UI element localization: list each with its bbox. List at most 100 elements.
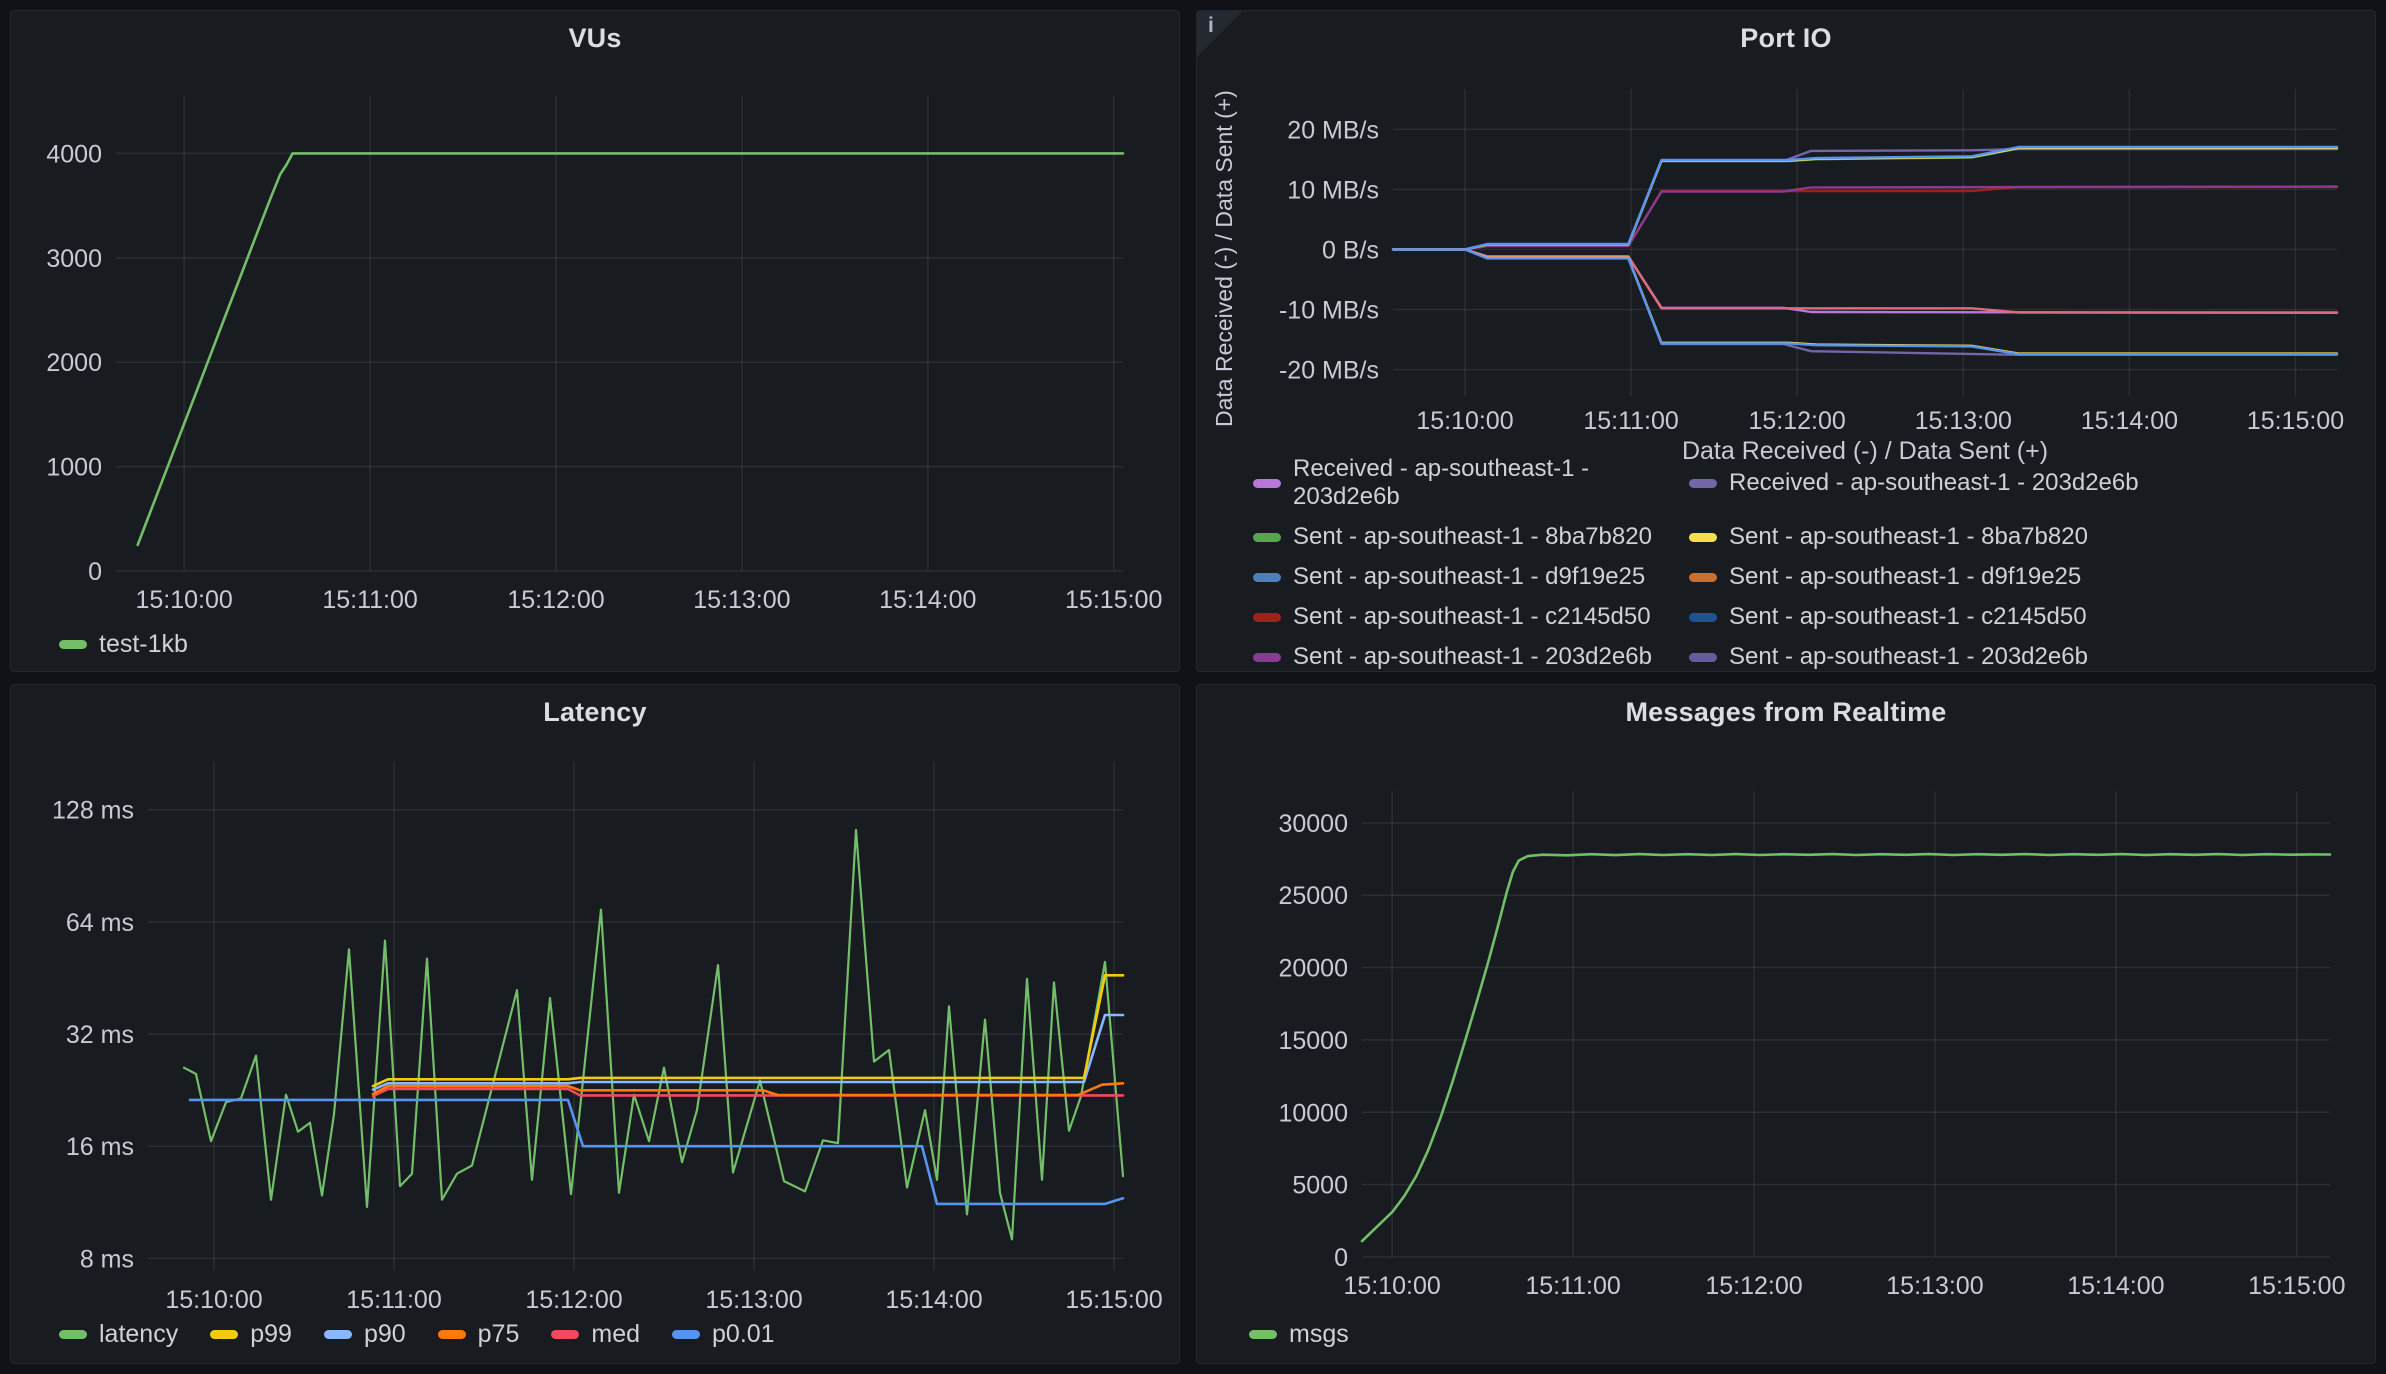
legend-label: latency xyxy=(99,1320,178,1349)
y-tick-label: 2000 xyxy=(46,349,102,377)
y-tick-label: 10000 xyxy=(1278,1099,1348,1127)
legend-label: Sent - ap-southeast-1 - c2145d50 xyxy=(1729,603,2087,631)
y-tick-label: 64 ms xyxy=(66,909,134,937)
legend-item-sent-ap-southeast-1-c2145d50[interactable]: Sent - ap-southeast-1 - c2145d50 xyxy=(1689,603,2139,631)
x-tick-label: 15:15:00 xyxy=(2247,407,2344,435)
legend-label: Sent - ap-southeast-1 - 8ba7b820 xyxy=(1293,523,1652,551)
legend-swatch xyxy=(324,1330,352,1339)
y-tick-label: 3000 xyxy=(46,245,102,273)
x-tick-label: 15:10:00 xyxy=(1343,1272,1440,1300)
panel-messages: Messages from Realtime 05000100001500020… xyxy=(1196,684,2376,1364)
y-tick-label: 0 xyxy=(1334,1244,1348,1272)
x-tick-label: 15:12:00 xyxy=(525,1286,622,1314)
legend-label: Sent - ap-southeast-1 - d9f19e25 xyxy=(1729,563,2081,591)
x-tick-label: 15:13:00 xyxy=(1915,407,2012,435)
legend-label: Sent - ap-southeast-1 - d9f19e25 xyxy=(1293,563,1645,591)
x-tick-label: 15:14:00 xyxy=(2081,407,2178,435)
legend-label: p99 xyxy=(250,1320,292,1349)
legend-swatch xyxy=(1253,533,1281,542)
series-sent-ap-southeast-1-c2145d50- xyxy=(1393,147,2337,249)
vus-legend: test-1kb xyxy=(59,630,188,659)
legend-item-sent-ap-southeast-1-8ba7b820[interactable]: Sent - ap-southeast-1 - 8ba7b820 xyxy=(1253,523,1689,551)
series-sent-ap-southeast-1-8ba7b820- xyxy=(1393,249,2337,353)
legend-swatch xyxy=(1689,653,1717,662)
series-sent-ap-southeast-1-203d2e6b- xyxy=(1393,187,2337,250)
legend-item-p99[interactable]: p99 xyxy=(210,1320,292,1349)
series-received-ap-southeast-1-203d2e6b- xyxy=(1393,149,2337,249)
legend-item-sent-ap-southeast-1-d9f19e25[interactable]: Sent - ap-southeast-1 - d9f19e25 xyxy=(1689,563,2139,591)
x-tick-label: 15:12:00 xyxy=(507,586,604,614)
legend-swatch xyxy=(59,1330,87,1339)
legend-item-sent-ap-southeast-1-c2145d50[interactable]: Sent - ap-southeast-1 - c2145d50 xyxy=(1253,603,1689,631)
x-tick-label: 15:15:00 xyxy=(1065,586,1162,614)
legend-swatch xyxy=(1253,573,1281,582)
legend-item-med[interactable]: med xyxy=(551,1320,640,1349)
grafana-dashboard: { "colors": { "page_bg": "#111217", "pan… xyxy=(0,0,2386,1374)
y-tick-label: 20 MB/s xyxy=(1287,116,1379,144)
legend-swatch xyxy=(1249,1330,1277,1339)
legend-swatch xyxy=(59,640,87,649)
y-tick-label: 30000 xyxy=(1278,810,1348,838)
messages-plot[interactable]: 05000100001500020000250003000015:10:0015… xyxy=(1197,685,2376,1364)
legend-item-p0.01[interactable]: p0.01 xyxy=(672,1320,775,1349)
legend-swatch xyxy=(1689,573,1717,582)
legend-label: Sent - ap-southeast-1 - 8ba7b820 xyxy=(1729,523,2088,551)
latency-plot[interactable]: 8 ms16 ms32 ms64 ms128 ms15:10:0015:11:0… xyxy=(11,685,1180,1364)
x-tick-label: 15:13:00 xyxy=(705,1286,802,1314)
legend-swatch xyxy=(551,1330,579,1339)
x-tick-label: 15:11:00 xyxy=(1525,1272,1620,1300)
legend-item-p75[interactable]: p75 xyxy=(438,1320,520,1349)
series-sent-ap-southeast-1-d9f19e25- xyxy=(1393,249,2337,354)
legend-swatch xyxy=(1253,613,1281,622)
legend-label: p90 xyxy=(364,1320,406,1349)
x-tick-label: 15:15:00 xyxy=(2248,1272,2345,1300)
y-tick-label: 15000 xyxy=(1278,1027,1348,1055)
legend-label: Received - ap-southeast-1 - 203d2e6b xyxy=(1293,455,1689,511)
legend-item-sent-ap-southeast-1-8ba7b820[interactable]: Sent - ap-southeast-1 - 8ba7b820 xyxy=(1689,523,2139,551)
x-tick-label: 15:12:00 xyxy=(1705,1272,1802,1300)
x-tick-label: 15:14:00 xyxy=(879,586,976,614)
x-tick-label: 15:10:00 xyxy=(1416,407,1513,435)
series-p99 xyxy=(373,975,1123,1086)
legend-swatch xyxy=(672,1330,700,1339)
legend-swatch xyxy=(1689,479,1717,488)
legend-item-msgs[interactable]: msgs xyxy=(1249,1320,1349,1349)
y-tick-label: 10 MB/s xyxy=(1287,176,1379,204)
legend-label: p75 xyxy=(478,1320,520,1349)
series-test-1kb xyxy=(138,153,1123,545)
legend-swatch xyxy=(210,1330,238,1339)
y-tick-label: 32 ms xyxy=(66,1021,134,1049)
legend-item-sent-ap-southeast-1-d9f19e25[interactable]: Sent - ap-southeast-1 - d9f19e25 xyxy=(1253,563,1689,591)
legend-item-sent-ap-southeast-1-203d2e6b[interactable]: Sent - ap-southeast-1 - 203d2e6b xyxy=(1689,643,2139,671)
x-tick-label: 15:10:00 xyxy=(165,1286,262,1314)
messages-legend: msgs xyxy=(1249,1320,1349,1349)
legend-swatch xyxy=(438,1330,466,1339)
y-tick-label: 20000 xyxy=(1278,955,1348,983)
vus-plot[interactable]: 0100020003000400015:10:0015:11:0015:12:0… xyxy=(11,11,1180,672)
legend-item-latency[interactable]: latency xyxy=(59,1320,178,1349)
series-sent-ap-southeast-1-8ba7b820-2- xyxy=(1393,148,2337,250)
legend-label: Received - ap-southeast-1 - 203d2e6b xyxy=(1729,469,2139,497)
legend-label: p0.01 xyxy=(712,1320,775,1349)
y-tick-label: 16 ms xyxy=(66,1133,134,1161)
y-tick-label: 1000 xyxy=(46,454,102,482)
legend-label: test-1kb xyxy=(99,630,188,659)
x-tick-label: 15:13:00 xyxy=(693,586,790,614)
y-tick-label: 0 xyxy=(88,558,102,586)
legend-item-received-ap-southeast-1-203d2e6b[interactable]: Received - ap-southeast-1 - 203d2e6b xyxy=(1689,455,2139,511)
x-tick-label: 15:11:00 xyxy=(1583,407,1678,435)
legend-label: Sent - ap-southeast-1 - 203d2e6b xyxy=(1729,643,2088,671)
legend-item-p90[interactable]: p90 xyxy=(324,1320,406,1349)
legend-item-received-ap-southeast-1-203d2e6b[interactable]: Received - ap-southeast-1 - 203d2e6b xyxy=(1253,455,1689,511)
legend-swatch xyxy=(1689,533,1717,542)
series-received-ap-southeast-1-203d2e6b- xyxy=(1393,249,2337,354)
series-sent-ap-southeast-1-d9f19e25- xyxy=(1393,147,2337,249)
legend-item-test-1kb[interactable]: test-1kb xyxy=(59,630,188,659)
legend-swatch xyxy=(1689,613,1717,622)
legend-item-sent-ap-southeast-1-203d2e6b[interactable]: Sent - ap-southeast-1 - 203d2e6b xyxy=(1253,643,1689,671)
latency-legend: latency p99 p90 p75 med p0.01 xyxy=(59,1320,775,1349)
legend-label: msgs xyxy=(1289,1320,1349,1349)
panel-latency: Latency 8 ms16 ms32 ms64 ms128 ms15:10:0… xyxy=(10,684,1180,1364)
x-tick-label: 15:10:00 xyxy=(136,586,233,614)
x-tick-label: 15:14:00 xyxy=(2067,1272,2164,1300)
